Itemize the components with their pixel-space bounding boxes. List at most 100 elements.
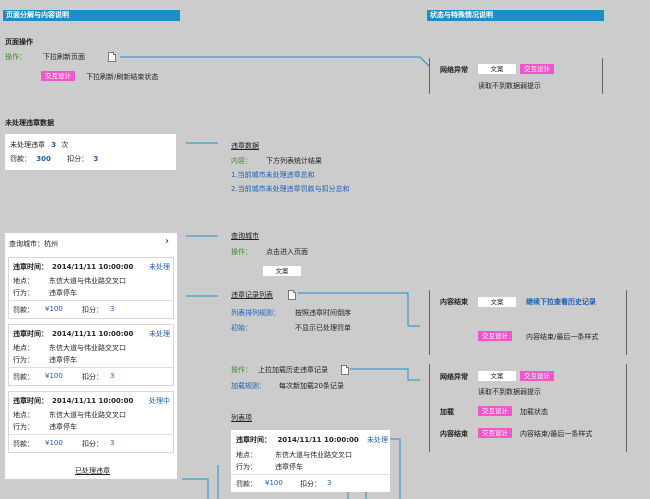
page-ops-op-text: 下拉刷新页面 (43, 53, 85, 61)
record-place-label: 地点： (13, 411, 34, 419)
list-item-fine-label: 罚款： (236, 480, 257, 488)
records-init-label: 初始： (231, 324, 252, 332)
record-place: 东信大道与伟业路交叉口 (49, 344, 126, 352)
list-item-time: 2014/11/11 10:00:00 (277, 436, 359, 444)
record-fine-label: 罚款： (13, 306, 34, 314)
record-time-label: 违章时间： (13, 397, 48, 405)
unhandled-fine-label: 罚款： (10, 155, 31, 163)
record-time-label: 违章时间： (13, 330, 48, 338)
list-item-points-label: 扣分： (300, 480, 321, 488)
violation-line2: 2.当前城市未处理违章罚款与扣分总和 (231, 185, 350, 193)
record-place-label: 地点： (13, 344, 34, 352)
record-card[interactable]: 违章时间： 2014/11/11 10:00:00 未处理地点： 东信大道与伟业路交叉… (8, 257, 174, 319)
document-icon (108, 52, 116, 62)
city-query-op-label: 操作： (231, 248, 252, 256)
record-points: 3 (110, 372, 115, 380)
load-more-op-label: 操作： (231, 366, 252, 374)
record-time: 2014/11/11 10:00:00 (52, 330, 134, 338)
page-ops-tag-text: 下拉刷新/刷新结束状态 (86, 73, 159, 81)
record-action-label: 行为： (13, 423, 34, 431)
record-place: 东信大道与伟业路交叉口 (49, 277, 126, 285)
page-ops-tag: 交互设计 (41, 71, 75, 81)
records-rule-label: 列表排列规则： (231, 309, 280, 317)
records-init-text: 不显示已处理罚单 (295, 324, 351, 332)
list-item-status: 未处理 (367, 436, 388, 444)
record-fine-label: 罚款： (13, 440, 34, 448)
record-points: 3 (110, 439, 115, 447)
phone-list-panel: 查询城市：杭州 › 违章时间： 2014/11/11 10:00:00 未处理 地点：… (5, 233, 177, 479)
violation-content-label: 内容： (231, 157, 252, 165)
list-item-action-label: 行为： (236, 463, 257, 471)
network-error-label: 网络异常 (440, 66, 468, 74)
network-error-desc: 读取不到数据弱提示 (478, 82, 541, 90)
load-tag: 交互设计 (478, 406, 512, 416)
section-header-right: 状态与特殊情况说明 (427, 10, 604, 21)
unhandled-points: 3 (93, 155, 99, 163)
record-place-label: 地点： (13, 277, 34, 285)
violation-data-title: 违章数据 (231, 142, 259, 150)
list-item-points: 3 (327, 479, 332, 487)
load-net-desc: 读取不到数据弱提示 (478, 388, 541, 396)
load-desc: 加载状态 (520, 408, 548, 416)
load-more-rule-label: 加载规则： (231, 382, 266, 390)
unhandled-title: 未处理违章数据 (5, 119, 54, 127)
record-status: 未处理 (149, 330, 170, 338)
unhandled-fine: 300 (36, 155, 51, 163)
load-end-label: 内容结束 (440, 430, 468, 438)
record-action: 违章停车 (49, 423, 77, 431)
list-item-place: 东信大道与伟业路交叉口 (275, 451, 352, 459)
records-list-title: 违章记录列表 (231, 291, 273, 299)
list-item-place-label: 地点： (236, 451, 257, 459)
violation-content-text: 下方列表统计结果 (266, 157, 322, 165)
content-end-label: 内容结束 (440, 298, 468, 306)
record-fine: ¥100 (45, 305, 63, 313)
unhandled-summary-card: 未处理违章 3 次 罚款： 300 扣分： 3 (5, 134, 176, 170)
network-error-tag: 交互设计 (520, 64, 554, 74)
load-label: 加载 (440, 408, 454, 416)
load-more-op-text: 上拉加载历史违章记录 (258, 366, 328, 374)
record-action-label: 行为： (13, 356, 34, 364)
record-action-label: 行为： (13, 289, 34, 297)
city-selector[interactable]: 查询城市：杭州 (9, 239, 58, 249)
list-item-action: 违章停车 (275, 463, 303, 471)
record-points-label: 扣分： (82, 373, 103, 381)
record-status: 处理中 (149, 397, 170, 405)
record-time-label: 违章时间： (13, 263, 48, 271)
handled-violations-link[interactable]: 已处理违章 (75, 466, 110, 476)
record-card[interactable]: 违章时间： 2014/11/11 10:00:00 处理中 地点： 东信大道与伟业路交叉… (8, 391, 174, 453)
record-fine: ¥100 (45, 372, 63, 380)
content-end-copy-button[interactable]: 文案 (478, 297, 516, 307)
record-time: 2014/11/11 10:00:00 (52, 263, 134, 271)
section-header-left: 页面分解与内容说明 (3, 10, 180, 21)
list-item-title: 列表项 (231, 414, 252, 422)
city-query-copy-button[interactable]: 文案 (263, 266, 301, 276)
record-status: 未处理 (149, 263, 170, 271)
document-icon (288, 290, 296, 300)
record-card[interactable]: 违章时间： 2014/11/11 10:00:00 未处理地点： 东信大道与伟业路交叉… (8, 324, 174, 386)
city-query-title: 查询城市 (231, 232, 259, 240)
page-ops-title: 页面操作 (5, 38, 33, 46)
page-ops-op-label: 操作： (5, 53, 26, 61)
load-net-copy-button[interactable]: 文案 (478, 371, 516, 381)
unhandled-points-label: 扣分： (67, 155, 89, 163)
record-points-label: 扣分： (82, 306, 103, 314)
load-net-tag: 交互设计 (520, 371, 554, 381)
city-query-op-text: 点击进入页面 (266, 248, 308, 256)
records-rule-text: 按照违章时间倒序 (295, 309, 351, 317)
record-action: 违章停车 (49, 289, 77, 297)
load-net-label: 网络异常 (440, 373, 468, 381)
content-end-tag: 交互设计 (478, 331, 512, 341)
record-points-label: 扣分： (82, 440, 103, 448)
list-item-fine: ¥100 (265, 479, 283, 487)
content-end-history-link[interactable]: 继续下拉查看历史记录 (526, 297, 596, 307)
list-item-time-label: 违章时间： (236, 436, 271, 444)
record-action: 违章停车 (49, 356, 77, 364)
load-more-rule-text: 每次新加载20条记录 (279, 382, 344, 390)
record-time: 2014/11/11 10:00:00 (52, 397, 134, 405)
record-points: 3 (110, 305, 115, 313)
network-error-copy-button[interactable]: 文案 (478, 64, 516, 74)
load-end-desc: 内容结束/最后一条样式 (520, 430, 593, 438)
chevron-right-icon[interactable]: › (165, 236, 169, 247)
record-fine-label: 罚款： (13, 373, 34, 381)
list-item-sample-card: 违章时间： 2014/11/11 10:00:00 未处理 地点： 东信大道与伟… (231, 430, 390, 492)
